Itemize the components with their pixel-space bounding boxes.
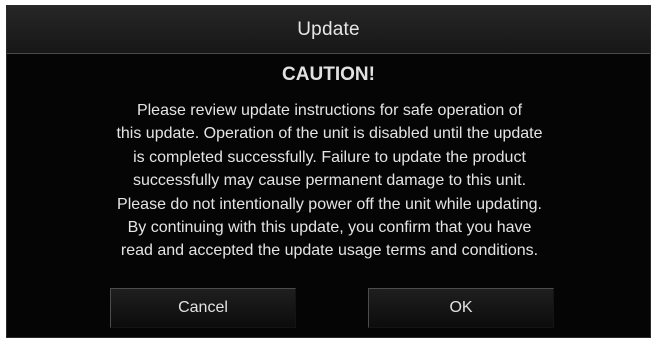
caution-heading: CAUTION! bbox=[282, 64, 375, 85]
caution-message: Please review update instructions for sa… bbox=[47, 99, 612, 263]
message-line: this update. Operation of the unit is di… bbox=[116, 125, 543, 143]
update-dialog: Update CAUTION! Please review update ins… bbox=[6, 5, 651, 338]
ok-button[interactable]: OK bbox=[368, 288, 554, 328]
message-line: Please do not intentionally power off th… bbox=[117, 195, 542, 213]
message-line: Please review update instructions for sa… bbox=[136, 102, 523, 119]
dialog-title: Update bbox=[297, 18, 360, 40]
ok-button-label: OK bbox=[449, 299, 473, 316]
message-line: By continuing with this update, you conf… bbox=[127, 219, 532, 237]
message-line: successfully may cause permanent damage … bbox=[132, 172, 527, 190]
cancel-button-label: Cancel bbox=[178, 299, 228, 316]
message-line: read and accepted the update usage terms… bbox=[120, 242, 539, 260]
cancel-button[interactable]: Cancel bbox=[110, 288, 296, 328]
screen: Update CAUTION! Please review update ins… bbox=[0, 0, 655, 343]
message-line: is completed successfully. Failure to up… bbox=[133, 148, 526, 166]
dialog-titlebar: Update bbox=[7, 6, 650, 54]
